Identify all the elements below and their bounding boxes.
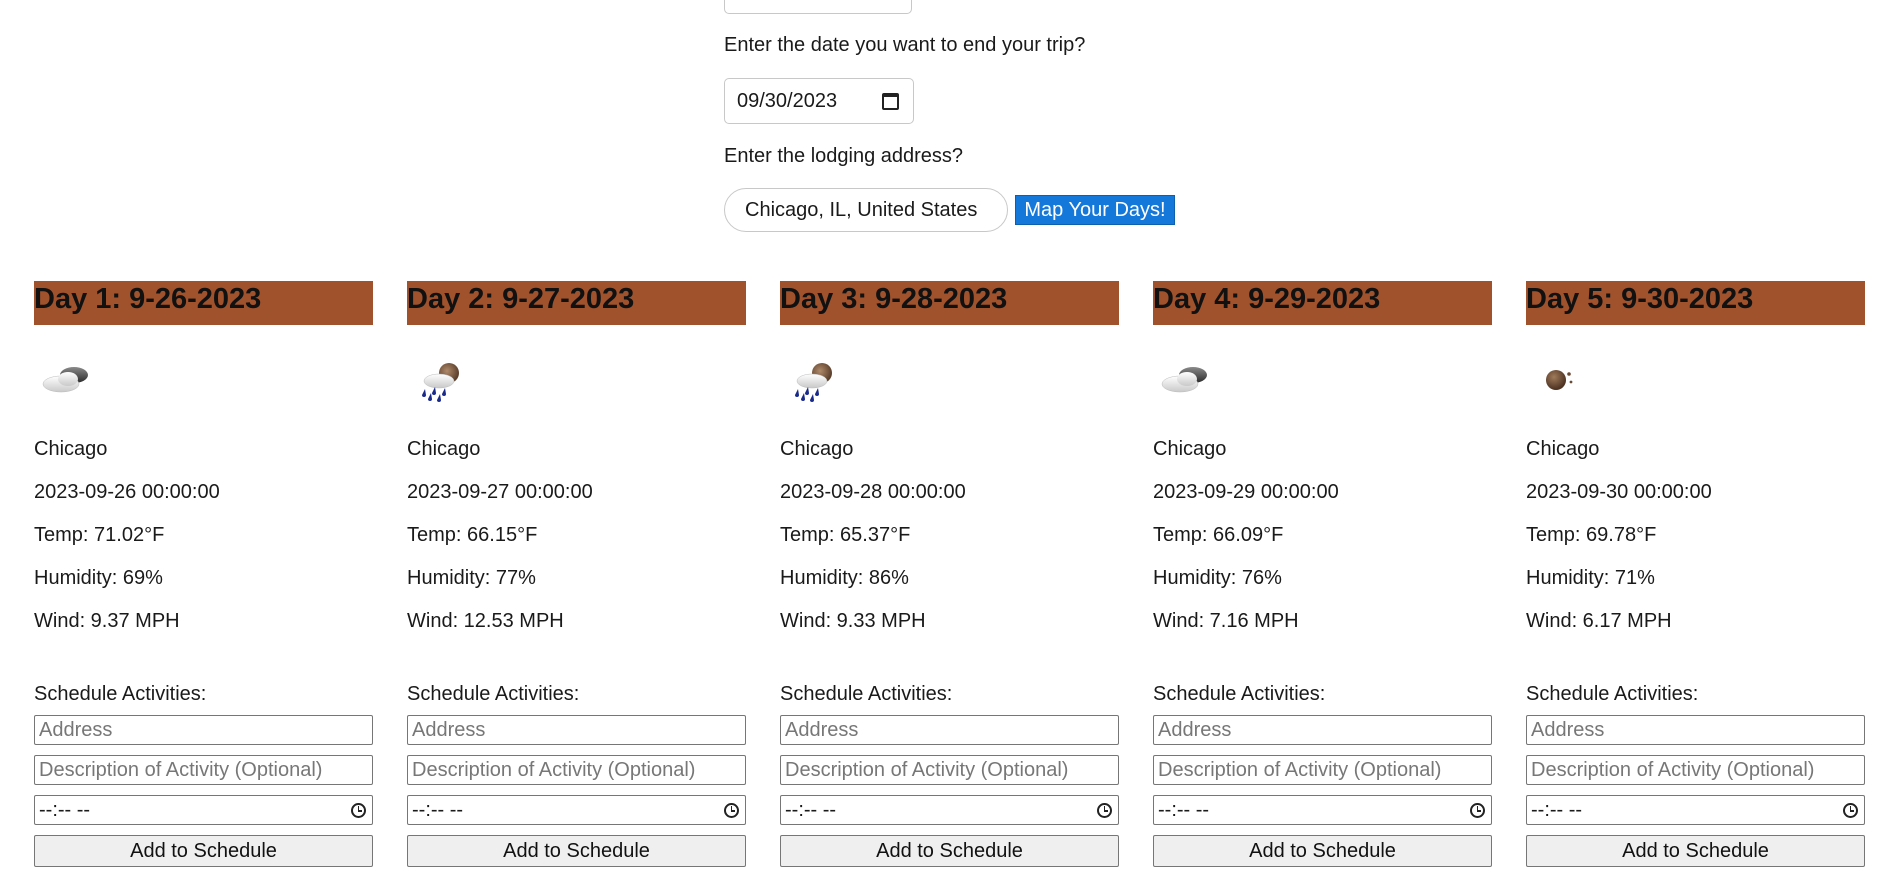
clock-icon[interactable] [351, 802, 366, 818]
temperature: Temp: 66.09°F [1153, 524, 1284, 546]
city-name: Chicago [780, 438, 854, 460]
temperature: Temp: 65.37°F [780, 524, 911, 546]
cloud-icon [42, 367, 88, 393]
activity-description-input[interactable] [780, 755, 1119, 785]
add-to-schedule-button[interactable]: Add to Schedule [34, 835, 373, 867]
clock-icon[interactable] [1843, 802, 1858, 818]
activity-description-input[interactable] [34, 755, 373, 785]
schedule-heading: Schedule Activities: [407, 683, 580, 705]
humidity: Humidity: 86% [780, 567, 909, 589]
rain-icon [795, 363, 832, 402]
wind-speed: Wind: 6.17 MPH [1526, 610, 1672, 632]
day-title: Day 5: 9-30-2023 [1526, 281, 1865, 325]
activity-address-input[interactable] [1526, 715, 1865, 745]
city-name: Chicago [34, 438, 108, 460]
day-title: Day 4: 9-29-2023 [1153, 281, 1492, 325]
rain-icon [422, 363, 459, 402]
city-name: Chicago [407, 438, 481, 460]
activity-description-input[interactable] [1526, 755, 1865, 785]
temperature: Temp: 71.02°F [34, 524, 165, 546]
activity-description-input[interactable] [1153, 755, 1492, 785]
start-date-input[interactable] [724, 0, 912, 14]
time-value: --:-- -- [1158, 798, 1210, 821]
wind-speed: Wind: 9.33 MPH [780, 610, 926, 632]
time-value: --:-- -- [39, 798, 91, 821]
time-value: --:-- -- [785, 798, 837, 821]
calendar-icon[interactable] [882, 92, 899, 110]
humidity: Humidity: 77% [407, 567, 536, 589]
end-date-input[interactable]: 09/30/2023 [724, 78, 914, 124]
humidity: Humidity: 76% [1153, 567, 1282, 589]
forecast-datetime: 2023-09-26 00:00:00 [34, 481, 220, 503]
forecast-datetime: 2023-09-29 00:00:00 [1153, 481, 1339, 503]
activity-address-input[interactable] [34, 715, 373, 745]
city-name: Chicago [1526, 438, 1600, 460]
activity-time-input[interactable]: --:-- -- [1526, 795, 1865, 825]
end-date-label: Enter the date you want to end your trip… [724, 34, 1086, 56]
end-date-value: 09/30/2023 [737, 89, 838, 112]
cloud-icon [1161, 367, 1207, 393]
day-title: Day 2: 9-27-2023 [407, 281, 746, 325]
activity-description-input[interactable] [407, 755, 746, 785]
time-value: --:-- -- [1531, 798, 1583, 821]
temperature: Temp: 66.15°F [407, 524, 538, 546]
forecast-datetime: 2023-09-28 00:00:00 [780, 481, 966, 503]
map-your-days-button[interactable]: Map Your Days! [1015, 195, 1175, 225]
humidity: Humidity: 69% [34, 567, 163, 589]
wind-speed: Wind: 9.37 MPH [34, 610, 180, 632]
day-title: Day 1: 9-26-2023 [34, 281, 373, 325]
lodging-address-input[interactable] [724, 188, 1008, 232]
activity-time-input[interactable]: --:-- -- [1153, 795, 1492, 825]
moon-icon [1546, 370, 1573, 390]
activity-address-input[interactable] [780, 715, 1119, 745]
lodging-label: Enter the lodging address? [724, 145, 964, 167]
clock-icon[interactable] [1097, 802, 1112, 818]
activity-time-input[interactable]: --:-- -- [780, 795, 1119, 825]
wind-speed: Wind: 12.53 MPH [407, 610, 564, 632]
add-to-schedule-button[interactable]: Add to Schedule [780, 835, 1119, 867]
schedule-heading: Schedule Activities: [1153, 683, 1326, 705]
activity-address-input[interactable] [1153, 715, 1492, 745]
wind-speed: Wind: 7.16 MPH [1153, 610, 1299, 632]
city-name: Chicago [1153, 438, 1227, 460]
clock-icon[interactable] [1470, 802, 1485, 818]
temperature: Temp: 69.78°F [1526, 524, 1657, 546]
activity-address-input[interactable] [407, 715, 746, 745]
activity-time-input[interactable]: --:-- -- [34, 795, 373, 825]
humidity: Humidity: 71% [1526, 567, 1655, 589]
time-value: --:-- -- [412, 798, 464, 821]
schedule-heading: Schedule Activities: [780, 683, 953, 705]
add-to-schedule-button[interactable]: Add to Schedule [1526, 835, 1865, 867]
clock-icon[interactable] [724, 802, 739, 818]
add-to-schedule-button[interactable]: Add to Schedule [407, 835, 746, 867]
add-to-schedule-button[interactable]: Add to Schedule [1153, 835, 1492, 867]
activity-time-input[interactable]: --:-- -- [407, 795, 746, 825]
schedule-heading: Schedule Activities: [34, 683, 207, 705]
schedule-heading: Schedule Activities: [1526, 683, 1699, 705]
forecast-datetime: 2023-09-30 00:00:00 [1526, 481, 1712, 503]
forecast-datetime: 2023-09-27 00:00:00 [407, 481, 593, 503]
day-title: Day 3: 9-28-2023 [780, 281, 1119, 325]
